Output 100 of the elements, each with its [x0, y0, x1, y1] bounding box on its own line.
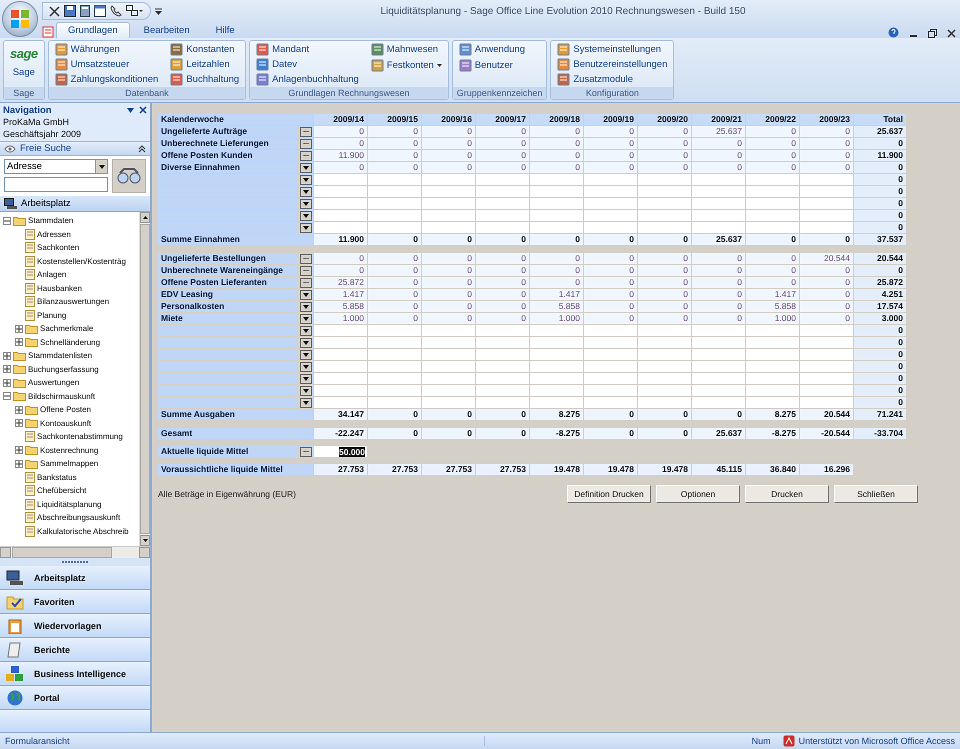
tree-item[interactable]: Schnelländerung: [40, 338, 100, 347]
tree-item[interactable]: Stammdatenlisten: [28, 351, 92, 360]
close-icon[interactable]: [49, 6, 60, 16]
dropdown-button[interactable]: [300, 222, 312, 232]
search-button[interactable]: [112, 159, 146, 193]
office-button[interactable]: [2, 1, 38, 37]
calculator-icon[interactable]: [80, 5, 90, 17]
expand-toggle[interactable]: [15, 446, 23, 454]
tree-item[interactable]: Offene Posten: [40, 405, 91, 414]
nav-pane-button[interactable]: Arbeitsplatz: [0, 566, 150, 590]
restore-icon[interactable]: [928, 29, 937, 38]
expand-toggle[interactable]: [15, 460, 23, 468]
ribbon-button[interactable]: Buchhaltung: [168, 72, 242, 86]
dropdown-button[interactable]: [300, 314, 312, 324]
customize-caret-icon[interactable]: [155, 8, 162, 14]
dropdown-button[interactable]: [300, 326, 312, 336]
tree-item[interactable]: Adressen: [37, 230, 71, 239]
ribbon-button[interactable]: Benutzer: [456, 58, 527, 73]
ribbon-button[interactable]: Umsatzsteuer: [52, 57, 160, 71]
tree-item[interactable]: Buchungserfassung: [28, 364, 99, 374]
expand-toggle[interactable]: [3, 352, 11, 360]
close-icon[interactable]: [139, 106, 147, 114]
dropdown-button[interactable]: [300, 290, 312, 300]
dropdown-button[interactable]: [300, 374, 312, 384]
action-button[interactable]: Definition Drucken: [567, 485, 651, 503]
ribbon-button[interactable]: Mahnwesen: [368, 42, 444, 57]
tree-item[interactable]: Anlagen: [37, 270, 66, 280]
help-icon[interactable]: [888, 27, 899, 38]
ribbon-tab[interactable]: Grundlagen: [56, 22, 130, 38]
tree-item[interactable]: Bildschirmauskunft: [28, 392, 96, 401]
tree-item[interactable]: Kostenrechnung: [40, 446, 98, 455]
tree-item[interactable]: Sammelmappen: [40, 459, 98, 468]
expand-toggle[interactable]: [15, 419, 23, 428]
dropdown-button[interactable]: [300, 198, 312, 208]
ribbon-button[interactable]: Währungen: [52, 42, 160, 56]
nav-pane-button[interactable]: Berichte: [0, 638, 150, 662]
dropdown-button[interactable]: [300, 350, 312, 360]
ribbon-button[interactable]: Konstanten: [168, 42, 242, 56]
search-field[interactable]: [4, 177, 108, 192]
expand-toggle[interactable]: [3, 365, 11, 374]
ribbon-button[interactable]: Mandant: [254, 42, 361, 56]
ribbon-button[interactable]: Zusatzmodule: [555, 72, 670, 86]
ribbon-button[interactable]: Anwendung: [456, 42, 527, 57]
tree-item[interactable]: Kontoauskunft: [40, 418, 92, 428]
calendar-icon[interactable]: [94, 5, 106, 17]
tree-item[interactable]: Stammdaten: [28, 216, 74, 226]
dropdown-button[interactable]: [300, 302, 312, 312]
dropdown-button[interactable]: [300, 186, 312, 196]
ribbon-tab[interactable]: Hilfe: [204, 22, 247, 38]
amount-field[interactable]: 50.000: [314, 446, 367, 457]
collapse-toggle[interactable]: [3, 392, 11, 400]
tree-item[interactable]: Liquiditätsplanung: [37, 500, 102, 509]
tree-item[interactable]: Sachmerkmale: [40, 324, 94, 334]
ribbon-tab[interactable]: Bearbeiten: [132, 22, 202, 38]
tree-item[interactable]: Hausbanken: [37, 284, 82, 293]
ribbon-button[interactable]: Benutzereinstellungen: [555, 57, 670, 71]
dropdown-button[interactable]: [300, 386, 312, 396]
tree-item[interactable]: Bilanzauswertungen: [37, 297, 110, 306]
dropdown-button[interactable]: [300, 398, 312, 408]
tree-item[interactable]: Chefübersicht: [37, 486, 86, 496]
tree-item[interactable]: Kalkulatorische Abschreib: [37, 526, 129, 536]
expand-toggle[interactable]: [15, 338, 23, 346]
tree-item[interactable]: Auswertungen: [28, 378, 80, 388]
tree-item[interactable]: Sachkonten: [37, 243, 80, 252]
caret-icon[interactable]: [127, 108, 134, 112]
dropdown-button[interactable]: [300, 210, 312, 220]
ribbon-button[interactable]: Systemeinstellungen: [555, 42, 670, 56]
nav-pane-button[interactable]: Wiedervorlagen: [0, 614, 150, 638]
expand-toggle[interactable]: [15, 324, 23, 333]
sage-button[interactable]: sage Sage: [8, 42, 40, 86]
layout-dropdown-icon[interactable]: [126, 5, 144, 17]
tree-item[interactable]: Bankstatus: [37, 472, 77, 482]
ribbon-button[interactable]: Festkonten: [368, 58, 444, 73]
phone-icon[interactable]: [110, 5, 122, 17]
vertical-scrollbar[interactable]: [139, 212, 150, 546]
search-section-header[interactable]: Freie Suche: [0, 141, 150, 156]
dropdown-button[interactable]: [300, 162, 312, 172]
collapse-toggle[interactable]: [3, 216, 11, 225]
nav-pane-button[interactable]: Business Intelligence: [0, 662, 150, 686]
action-button[interactable]: Drucken: [745, 485, 829, 503]
save-icon[interactable]: [64, 5, 76, 17]
tree-item[interactable]: Planung: [37, 310, 66, 320]
ribbon-button[interactable]: Zahlungskonditionen: [52, 72, 160, 86]
tree-item[interactable]: Kostenstellen/Kostenträg: [37, 256, 126, 266]
expand-toggle[interactable]: [3, 378, 11, 387]
nav-pane-button[interactable]: Favoriten: [0, 590, 150, 614]
action-button[interactable]: Schließen: [834, 485, 918, 503]
close-icon[interactable]: [947, 29, 956, 38]
dropdown-button[interactable]: [300, 338, 312, 348]
ribbon-button[interactable]: Leitzahlen: [168, 57, 242, 71]
tree-item[interactable]: Sachkontenabstimmung: [37, 432, 123, 442]
dropdown-button[interactable]: [300, 174, 312, 184]
nav-pane-button[interactable]: Portal: [0, 686, 150, 710]
collapse-chevron-icon[interactable]: [138, 144, 146, 152]
tree-item[interactable]: Abschreibungsauskunft: [37, 513, 120, 522]
expand-toggle[interactable]: [15, 406, 23, 414]
dropdown-button[interactable]: [300, 362, 312, 372]
ribbon-button[interactable]: Anlagenbuchhaltung: [254, 72, 361, 86]
ribbon-button[interactable]: Datev: [254, 57, 361, 71]
action-button[interactable]: Optionen: [656, 485, 740, 503]
